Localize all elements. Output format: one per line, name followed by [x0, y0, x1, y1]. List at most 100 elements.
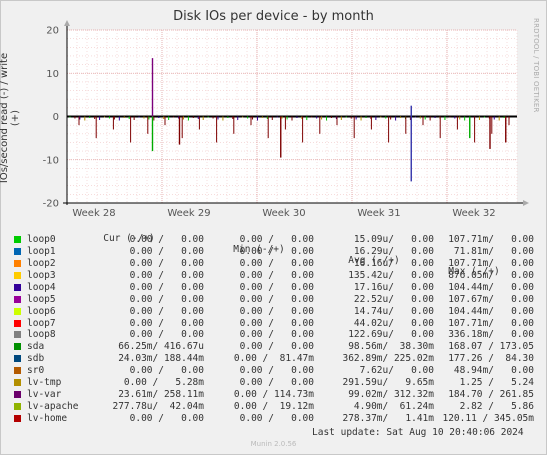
legend-row-loop6: loop6 0.00 / 0.00 0.00 / 0.00 14.74u/ 0.00 1…: [14, 306, 534, 318]
legend-name: loop3: [27, 269, 56, 281]
legend-name: loop1: [27, 245, 56, 257]
legend-min: 0.00 / 0.00: [239, 245, 314, 257]
legend-min: 0.00 / 0.00: [239, 305, 314, 317]
legend-name: sdb: [27, 353, 45, 365]
legend-name: loop8: [27, 329, 56, 341]
legend-min: 0.00 / 0.00: [239, 365, 314, 377]
legend-max: 48.94m/ 0.00: [453, 365, 534, 377]
legend-min: 0.00 / 0.00: [239, 341, 314, 353]
legend-max: 168.07 / 173.05: [448, 341, 534, 353]
legend-cur: 0.00 / 0.00: [129, 245, 204, 257]
legend-swatch: [14, 271, 21, 279]
legend-cur: 24.03m/ 188.44m: [118, 353, 204, 365]
legend-min: 0.00 / 114.73m: [233, 389, 314, 401]
legend-max: 336.18m/ 0.00: [448, 329, 534, 341]
legend-swatch: [14, 319, 21, 327]
legend-swatch: [14, 247, 21, 255]
legend-max: 184.70 / 261.85: [448, 389, 534, 401]
legend-header: Cur (-/+) Min (-/+) Avg (-/+) Max (-/+): [14, 222, 499, 277]
legend-swatch: [14, 331, 21, 339]
legend-max: 1.25 / 5.24: [459, 377, 534, 389]
legend-cur: 0.00 / 0.00: [129, 281, 204, 293]
legend-swatch: [14, 283, 21, 291]
legend-name: loop6: [27, 305, 56, 317]
y-axis-arrow: [64, 20, 70, 26]
legend-row-loop8: loop8 0.00 / 0.00 0.00 / 0.00 122.69u/ 0.00…: [14, 329, 534, 341]
legend-row-loop3: loop3 0.00 / 0.00 0.00 / 0.00 135.42u/ 0.00…: [14, 270, 534, 282]
x-tick-label: Week 31: [357, 208, 400, 219]
legend-swatch: [14, 343, 21, 351]
legend-name: loop5: [27, 293, 56, 305]
legend-cur: 0.00 / 0.00: [129, 293, 204, 305]
y-tick-label: 10: [46, 69, 59, 80]
legend-min: 0.00 / 0.00: [239, 281, 314, 293]
legend-max: 107.67m/ 0.00: [448, 293, 534, 305]
x-tick-label: Week 30: [262, 208, 305, 219]
chart-plot: -20 -10 0 10 20 Week 28 Week 29 Week 30 Week 31 W…: [43, 20, 529, 219]
legend-min: 0.00 / 81.47m: [233, 353, 314, 365]
legend-cur: 0.00 / 0.00: [129, 305, 204, 317]
x-tick-label: Week 28: [72, 208, 115, 219]
legend-name: sda: [27, 341, 45, 353]
legend-swatch: [14, 367, 21, 375]
legend-max: 107.71m/ 0.00: [448, 257, 534, 269]
last-update: Last update: Sat Aug 10 20:40:06 2024: [312, 427, 524, 438]
legend-row-sr0: sr0 0.00 / 0.00 0.00 / 0.00 7.62u/ 0.00 48.9…: [14, 365, 534, 377]
legend-min: 0.00 / 0.00: [239, 329, 314, 341]
legend-cur: 0.00 / 0.00: [129, 233, 204, 245]
legend-cur: 0.00 / 5.28m: [123, 377, 204, 389]
legend-swatch: [14, 307, 21, 315]
legend-min: 0.00 / 0.00: [239, 293, 314, 305]
legend-min: 0.00 / 0.00: [239, 317, 314, 329]
y-tick-label: -10: [43, 155, 59, 166]
legend-row-loop5: loop5 0.00 / 0.00 0.00 / 0.00 22.52u/ 0.00 1…: [14, 294, 534, 306]
legend-table: Cur (-/+) Min (-/+) Avg (-/+) Max (-/+) …: [14, 222, 534, 425]
legend-cur: 0.00 / 0.00: [129, 257, 204, 269]
legend-row-lv-var: lv-var 23.61m/ 258.11m 0.00 / 114.73m 99.02…: [14, 389, 534, 401]
x-tick-label: Week 32: [452, 208, 495, 219]
x-axis-arrow: [523, 200, 529, 206]
y-tick-label: 20: [46, 26, 59, 37]
legend-min: 0.00 / 19.12m: [233, 401, 314, 413]
legend-cur: 0.00 / 0.00: [129, 317, 204, 329]
legend-cur: 0.00 / 0.00: [129, 269, 204, 281]
legend-max: 120.11 / 345.05m: [442, 413, 534, 424]
legend-min: 0.00 / 0.00: [239, 233, 314, 245]
legend-row-sdb: sdb 24.03m/ 188.44m 0.00 / 81.47m 362.89m/ …: [14, 353, 534, 365]
legend-row-loop1: loop1 0.00 / 0.00 0.00 / 0.00 16.29u/ 0.00 7…: [14, 246, 534, 258]
x-tick-label: Week 29: [167, 208, 210, 219]
legend-name: loop2: [27, 257, 56, 269]
legend-cur: 23.61m/ 258.11m: [118, 389, 204, 401]
legend-row-loop2: loop2 0.00 / 0.00 0.00 / 0.00 16.16u/ 0.00 1…: [14, 258, 534, 270]
legend-cur: 0.00 / 0.00: [129, 413, 204, 424]
legend-max: 876.05m/ 0.00: [448, 269, 534, 281]
legend-row-loop7: loop7 0.00 / 0.00 0.00 / 0.00 44.02u/ 0.00 1…: [14, 318, 534, 330]
legend-swatch: [14, 379, 21, 387]
legend-swatch: [14, 391, 21, 399]
legend-swatch: [14, 415, 21, 422]
legend-row-loop4: loop4 0.00 / 0.00 0.00 / 0.00 17.16u/ 0.00 1…: [14, 282, 534, 294]
y-tick-label: -20: [43, 199, 59, 210]
legend-max: 107.71m/ 0.00: [448, 317, 534, 329]
legend-name: sr0: [27, 365, 45, 377]
munin-version: Munin 2.0.56: [250, 440, 297, 448]
legend-name: loop7: [27, 317, 56, 329]
legend-name: loop0: [27, 233, 56, 245]
legend-max: 104.44m/ 0.00: [448, 281, 534, 293]
legend-name: loop4: [27, 281, 56, 293]
legend-max: 71.81m/ 0.00: [453, 245, 534, 257]
legend-row-sda: sda 66.25m/ 416.67u 0.00 / 0.00 98.56m/ 38.…: [14, 341, 534, 353]
legend-min: 0.00 / 0.00: [239, 257, 314, 269]
legend-cur: 66.25m/ 416.67u: [118, 341, 204, 353]
legend-swatch: [14, 295, 21, 303]
legend-cur: 277.78u/ 42.04m: [112, 401, 204, 413]
legend-max: 2.82 / 5.86: [459, 401, 534, 413]
legend-row-lv-home: lv-home 0.00 / 0.00 0.00 / 0.00 278.37m/ 1.…: [14, 413, 534, 425]
legend-row-lv-tmp: lv-tmp 0.00 / 5.28m 0.00 / 0.00 291.59u/ 9.…: [14, 377, 534, 389]
legend-row-lv-apache: lv-apache 277.78u/ 42.04m 0.00 / 19.12m 4.9…: [14, 401, 534, 413]
legend-swatch: [14, 259, 21, 267]
legend-cur: 0.00 / 0.00: [129, 365, 204, 377]
legend-max: 177.26 / 84.30: [448, 353, 534, 365]
legend-cur: 0.00 / 0.00: [129, 329, 204, 341]
legend-row-loop0: loop0 0.00 / 0.00 0.00 / 0.00 15.09u/ 0.00 1…: [14, 234, 534, 246]
